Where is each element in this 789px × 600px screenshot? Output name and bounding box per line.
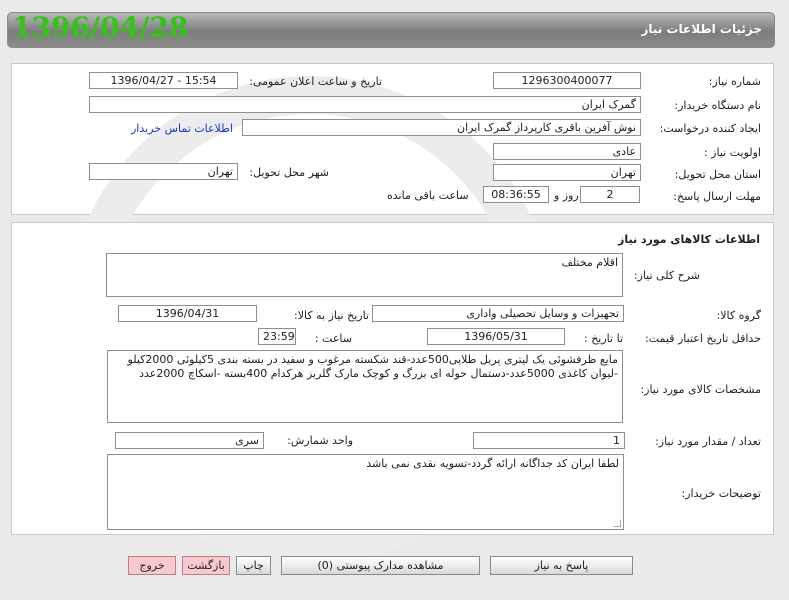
until-date-label: تا تاریخ : <box>584 332 623 345</box>
group-field: تجهیزات و وسایل تحصیلی واداری <box>372 305 624 322</box>
province-label: استان محل تحویل: <box>674 168 761 181</box>
city-field: تهران <box>89 163 238 180</box>
deadline-days-field: 2 <box>580 186 640 203</box>
summary-label: شرح کلی نیاز: <box>633 269 700 282</box>
summary-field: اقلام مختلف <box>106 253 623 297</box>
deadline-label: مهلت ارسال پاسخ: <box>673 190 761 203</box>
notes-label: توضیحات خریدار: <box>681 487 762 500</box>
page-title: جزئیات اطلاعات نیاز <box>641 22 762 36</box>
qty-label: تعداد / مقدار مورد نیاز: <box>655 435 761 448</box>
remaining-label: ساعت باقی مانده <box>387 189 469 202</box>
days-and-label: روز و <box>554 189 579 202</box>
group-label: گروه کالا: <box>716 309 761 322</box>
requester-field: نوش آفرین باقری کارپرداز گمرک ایران <box>242 119 641 136</box>
requester-label: ایجاد کننده درخواست: <box>659 122 761 135</box>
specs-field: مایع ظرفشوئی یک لیتری پریل طلایی500عدد-ق… <box>107 350 623 423</box>
goods-section-title: اطلاعات کالاهای مورد نیاز <box>618 233 760 246</box>
reply-button[interactable]: پاسخ به نیاز <box>490 556 633 575</box>
buyer-org-label: نام دستگاه خریدار: <box>674 99 761 112</box>
notes-resize-handle[interactable] <box>614 520 621 527</box>
qty-field: 1 <box>473 432 625 449</box>
province-field: تهران <box>493 164 641 181</box>
announce-label: تاریخ و ساعت اعلان عمومی: <box>249 75 382 88</box>
unit-field: سری <box>115 432 264 449</box>
view-attachments-button[interactable]: مشاهده مدارک پیوستی (0) <box>281 556 480 575</box>
unit-label: واحد شمارش: <box>287 434 353 447</box>
title-bar: 1396/04/28 جزئیات اطلاعات نیاز <box>7 11 775 48</box>
print-button[interactable]: چاپ <box>236 556 271 575</box>
back-button[interactable]: بازگشت <box>182 556 230 575</box>
need-number-label: شماره نیاز: <box>708 75 761 88</box>
need-date-label: تاریخ نیاز به کالا: <box>294 309 369 322</box>
validity-time-field: 23:59 <box>258 328 296 345</box>
contact-info-link[interactable]: اطلاعات تماس خریدار <box>131 122 233 135</box>
validity-date-field: 1396/05/31 <box>427 328 565 345</box>
specs-label: مشخصات کالای مورد نیاز: <box>640 383 761 396</box>
announce-field: 1396/04/27 - 15:54 <box>89 72 238 89</box>
priority-field: عادی <box>493 143 641 160</box>
buyer-org-field: گمرک ایران <box>89 96 641 113</box>
notes-field: لطفا ایران کد جداگانه ارائه گردد-تسویه ن… <box>107 454 624 530</box>
date-stamp: 1396/04/28 <box>12 11 189 44</box>
need-date-field: 1396/04/31 <box>118 305 257 322</box>
validity-label: حداقل تاریخ اعتبار قیمت: <box>645 332 761 345</box>
deadline-time-field: 08:36:55 <box>483 186 549 203</box>
need-number-field: 1296300400077 <box>493 72 641 89</box>
priority-label: اولویت نیاز : <box>703 146 761 159</box>
city-label: شهر محل تحویل: <box>249 166 329 179</box>
validity-time-label: ساعت : <box>314 332 352 345</box>
exit-button[interactable]: خروج <box>128 556 176 575</box>
